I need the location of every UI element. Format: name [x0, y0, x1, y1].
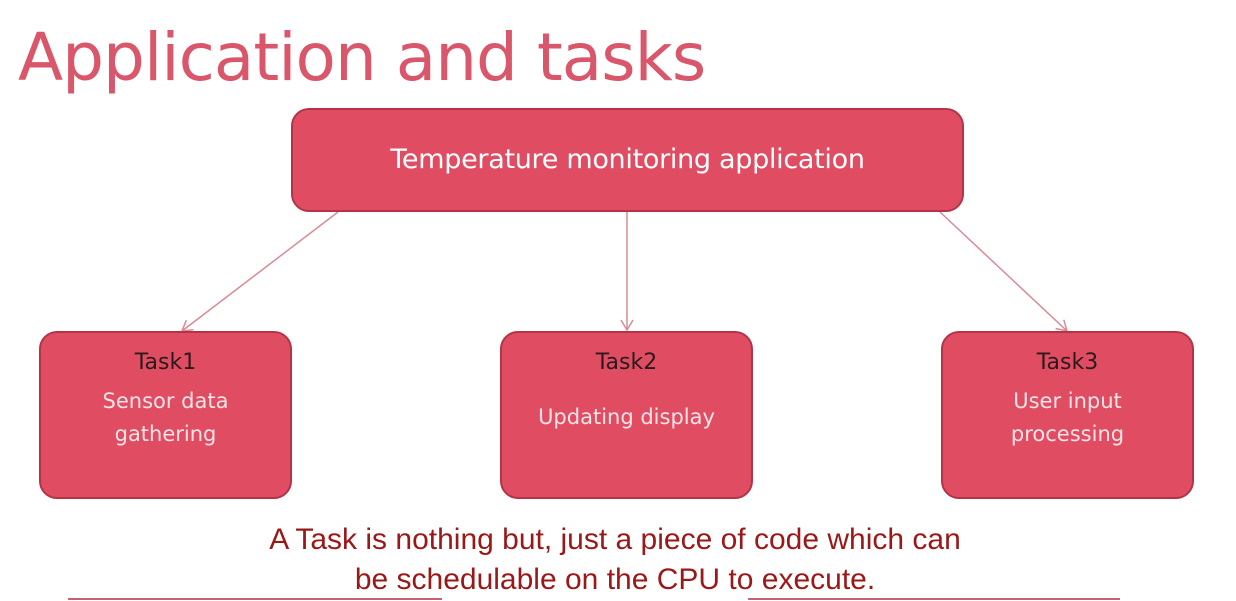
bottom-divider-left: [68, 598, 442, 600]
connector-arrow-task3: [939, 211, 1069, 332]
task-description: Sensor data gathering: [102, 389, 229, 446]
application-label: Temperature monitoring application: [390, 144, 865, 175]
caption: A Task is nothing but, just a piece of c…: [140, 520, 1090, 600]
application-box: Temperature monitoring application: [291, 108, 964, 212]
task-description: Updating display: [538, 405, 715, 429]
slide: { "slide": { "title": "Application and t…: [0, 0, 1236, 601]
task-name: Task3: [1036, 350, 1099, 375]
task-name: Task2: [595, 350, 658, 375]
connector-arrow-task1: [180, 211, 339, 332]
bottom-divider-right: [748, 598, 1120, 600]
task-description: User input processing: [1010, 389, 1125, 446]
task-box-task2: Task2 Updating display: [500, 331, 753, 499]
caption-line-1: A Task is nothing but, just a piece of c…: [269, 523, 961, 556]
task-box-task3: Task3 User input processing: [941, 331, 1194, 499]
task-box-task1: Task1 Sensor data gathering: [39, 331, 292, 499]
slide-title: Application and tasks: [18, 19, 706, 96]
caption-line-2: be schedulable on the CPU to execute.: [354, 563, 876, 596]
task-name: Task1: [134, 350, 197, 375]
